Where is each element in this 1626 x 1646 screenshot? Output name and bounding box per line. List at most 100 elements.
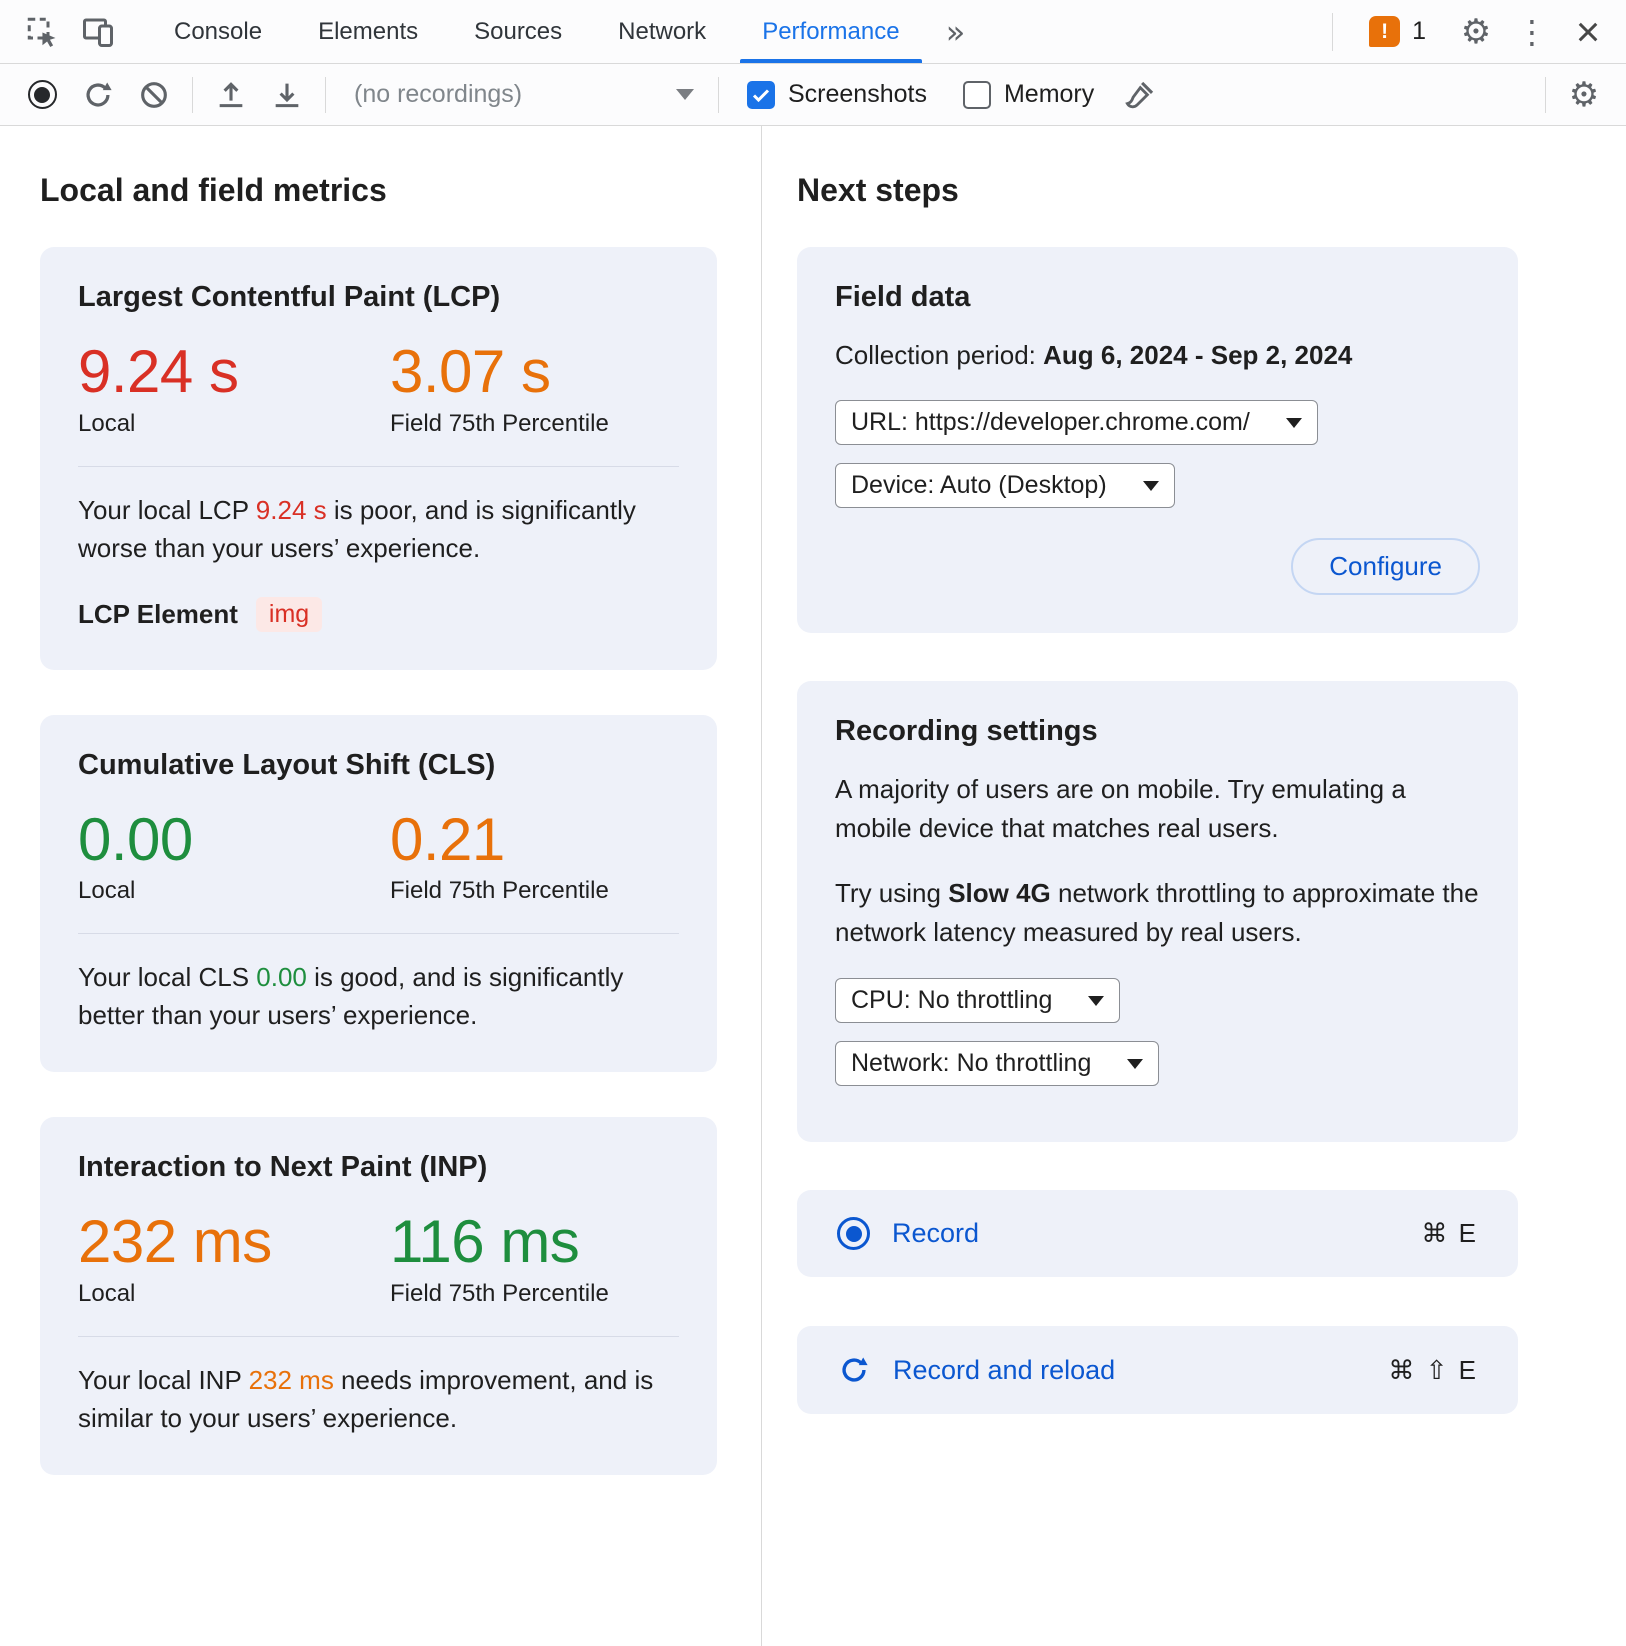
divider xyxy=(78,933,679,934)
tab-console[interactable]: Console xyxy=(146,0,290,63)
divider xyxy=(1545,77,1546,113)
network-select-value: Network: No throttling xyxy=(851,1049,1091,1078)
capture-settings-gear-icon[interactable]: ⚙ xyxy=(1556,78,1612,112)
performance-toolbar: (no recordings) Screenshots Memory ⚙ xyxy=(0,64,1626,126)
divider xyxy=(78,466,679,467)
inp-local-column: 232 ms Local xyxy=(78,1210,390,1308)
close-devtools-icon[interactable]: × xyxy=(1560,11,1616,53)
inp-local-label: Local xyxy=(78,1280,390,1308)
inp-description: Your local INP 232 ms needs improvement,… xyxy=(78,1361,679,1437)
recordings-dropdown-label: (no recordings) xyxy=(354,80,522,109)
device-select-value: Device: Auto (Desktop) xyxy=(851,471,1107,500)
clear-recordings-icon[interactable] xyxy=(126,78,182,112)
divider xyxy=(192,77,193,113)
cls-field-value: 0.21 xyxy=(390,808,679,872)
record-and-reload-button[interactable]: Record and reload ⌘ ⇧ E xyxy=(797,1326,1518,1414)
field-data-card: Field data Collection period: Aug 6, 202… xyxy=(797,247,1518,633)
reload-and-record-icon[interactable] xyxy=(70,78,126,112)
record-dot-icon xyxy=(28,80,57,109)
record-toolbar-icon[interactable] xyxy=(14,80,70,109)
divider xyxy=(1332,13,1333,51)
recording-settings-title: Recording settings xyxy=(835,715,1098,748)
record-shortcut: ⌘ E xyxy=(1421,1218,1478,1249)
tab-performance[interactable]: Performance xyxy=(734,0,927,63)
next-steps-heading: Next steps xyxy=(797,172,1518,209)
cpu-throttling-select[interactable]: CPU: No throttling xyxy=(835,978,1120,1023)
download-profile-icon[interactable] xyxy=(259,78,315,112)
inp-metric-card: Interaction to Next Paint (INP) 232 ms L… xyxy=(40,1117,717,1475)
tab-network[interactable]: Network xyxy=(590,0,734,63)
network-throttling-select[interactable]: Network: No throttling xyxy=(835,1041,1159,1086)
collection-period: Collection period: Aug 6, 2024 - Sep 2, … xyxy=(835,336,1352,374)
inp-field-column: 116 ms Field 75th Percentile xyxy=(390,1210,679,1308)
upload-profile-icon[interactable] xyxy=(203,78,259,112)
lcp-element-label: LCP Element xyxy=(78,599,238,630)
lcp-metric-card: Largest Contentful Paint (LCP) 9.24 s Lo… xyxy=(40,247,717,670)
panel-tabs: Console Elements Sources Network Perform… xyxy=(146,0,984,63)
url-select[interactable]: URL: https://developer.chrome.com/ xyxy=(835,400,1318,445)
more-options-icon[interactable]: ⋮ xyxy=(1504,16,1560,48)
issues-counter[interactable]: ! 1 xyxy=(1347,16,1448,47)
recordings-dropdown[interactable]: (no recordings) xyxy=(336,80,708,109)
devtools-tabbar: Console Elements Sources Network Perform… xyxy=(0,0,1626,64)
cls-local-value: 0.00 xyxy=(78,808,390,872)
url-select-value: URL: https://developer.chrome.com/ xyxy=(851,408,1250,437)
collect-garbage-icon[interactable] xyxy=(1112,78,1168,112)
tab-elements[interactable]: Elements xyxy=(290,0,446,63)
cls-description: Your local CLS 0.00 is good, and is sign… xyxy=(78,958,679,1034)
screenshots-label: Screenshots xyxy=(788,80,927,109)
metrics-heading: Local and field metrics xyxy=(40,172,717,209)
recording-settings-card: Recording settings A majority of users a… xyxy=(797,681,1518,1142)
cls-field-label: Field 75th Percentile xyxy=(390,877,679,905)
cls-local-label: Local xyxy=(78,877,390,905)
screenshots-checkbox[interactable]: Screenshots xyxy=(747,80,927,109)
para2-prefix: Try using xyxy=(835,878,948,908)
lcp-title: Largest Contentful Paint (LCP) xyxy=(78,281,679,314)
lcp-field-label: Field 75th Percentile xyxy=(390,410,679,438)
device-select[interactable]: Device: Auto (Desktop) xyxy=(835,463,1175,508)
memory-label: Memory xyxy=(1004,80,1094,109)
inp-field-label: Field 75th Percentile xyxy=(390,1280,679,1308)
recording-settings-para2: Try using Slow 4G network throttling to … xyxy=(835,874,1480,952)
issue-icon: ! xyxy=(1369,16,1400,47)
checkbox-checked-icon xyxy=(747,81,775,109)
performance-landing: Local and field metrics Largest Contentf… xyxy=(0,126,1626,1646)
inp-desc-prefix: Your local INP xyxy=(78,1365,249,1395)
recording-settings-para1: A majority of users are on mobile. Try e… xyxy=(835,770,1480,848)
cls-desc-value: 0.00 xyxy=(256,962,307,992)
record-and-reload-label: Record and reload xyxy=(893,1355,1115,1386)
collection-period-label: Collection period: xyxy=(835,340,1043,370)
reload-icon xyxy=(837,1353,871,1387)
divider xyxy=(325,77,326,113)
inspect-element-icon[interactable] xyxy=(14,0,70,63)
collection-period-dates: Aug 6, 2024 - Sep 2, 2024 xyxy=(1043,340,1352,370)
lcp-desc-prefix: Your local LCP xyxy=(78,495,256,525)
cls-title: Cumulative Layout Shift (CLS) xyxy=(78,749,679,782)
dropdown-caret-icon xyxy=(676,89,694,100)
lcp-description: Your local LCP 9.24 s is poor, and is si… xyxy=(78,491,679,567)
lcp-element-node-link[interactable]: img xyxy=(256,597,322,632)
record-icon xyxy=(837,1217,870,1250)
inp-field-value: 116 ms xyxy=(390,1210,679,1274)
devtools-window: Console Elements Sources Network Perform… xyxy=(0,0,1626,1646)
inp-values: 232 ms Local 116 ms Field 75th Percentil… xyxy=(78,1210,679,1308)
memory-checkbox[interactable]: Memory xyxy=(963,80,1094,109)
configure-button[interactable]: Configure xyxy=(1291,538,1480,595)
divider xyxy=(78,1336,679,1337)
device-toolbar-icon[interactable] xyxy=(70,0,126,63)
checkbox-unchecked-icon xyxy=(963,81,991,109)
inp-desc-value: 232 ms xyxy=(249,1365,334,1395)
lcp-values: 9.24 s Local 3.07 s Field 75th Percentil… xyxy=(78,340,679,438)
cls-field-column: 0.21 Field 75th Percentile xyxy=(390,808,679,906)
issues-count: 1 xyxy=(1412,17,1426,46)
divider xyxy=(718,77,719,113)
dropdown-caret-icon xyxy=(1143,481,1159,491)
tab-sources[interactable]: Sources xyxy=(446,0,590,63)
record-and-reload-shortcut: ⌘ ⇧ E xyxy=(1388,1355,1478,1386)
lcp-element-row: LCP Element img xyxy=(78,597,679,632)
settings-gear-icon[interactable]: ⚙ xyxy=(1448,15,1504,49)
record-button[interactable]: Record ⌘ E xyxy=(797,1190,1518,1277)
dropdown-caret-icon xyxy=(1286,418,1302,428)
field-data-title: Field data xyxy=(835,281,970,314)
more-tabs-icon[interactable]: » xyxy=(928,0,984,63)
